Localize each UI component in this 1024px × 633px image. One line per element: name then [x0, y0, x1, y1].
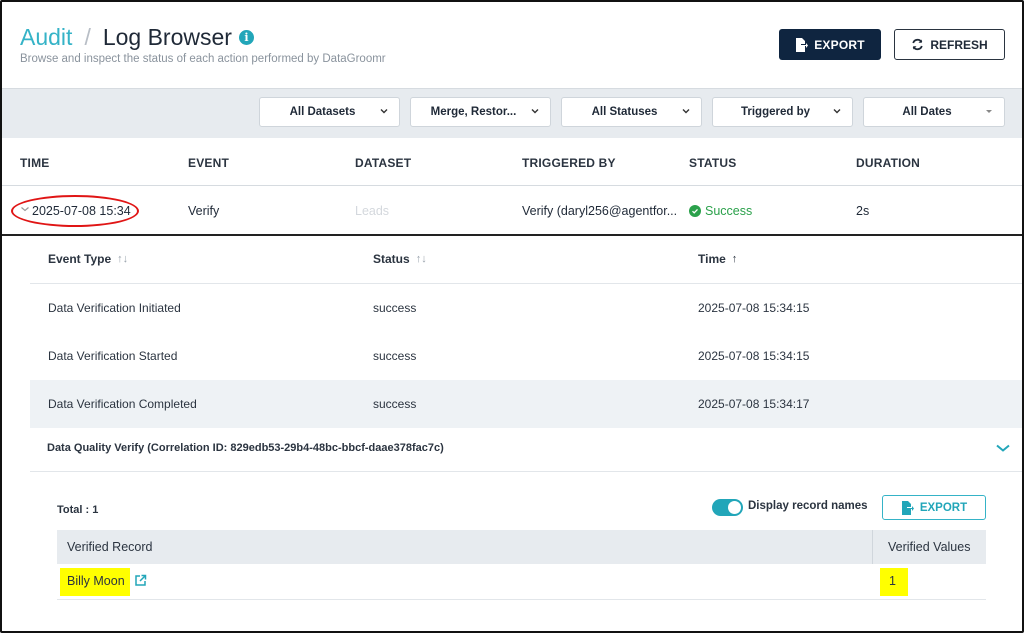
- column-event-type[interactable]: Event Type ↑↓: [48, 252, 128, 266]
- page-header: Audit / Log Browser i Browse and inspect…: [2, 2, 1022, 88]
- export-file-icon: [901, 500, 914, 515]
- statuses-filter-label: All Statuses: [591, 106, 658, 118]
- log-table-header: TIME EVENT DATASET TRIGGERED BY STATUS D…: [2, 138, 1022, 186]
- column-status-label: Status: [373, 252, 410, 266]
- column-status[interactable]: Status ↑↓: [373, 252, 427, 266]
- export-button-label: EXPORT: [814, 37, 865, 52]
- row-status: Success: [705, 204, 753, 218]
- sort-ascending-icon[interactable]: ↑: [732, 253, 738, 265]
- export-button[interactable]: EXPORT: [779, 29, 881, 60]
- status-cell: success: [373, 349, 417, 363]
- status-cell: success: [373, 397, 417, 411]
- event-type-cell: Data Verification Started: [48, 349, 178, 363]
- verified-values-cell: 1: [889, 574, 896, 588]
- column-dataset[interactable]: DATASET: [355, 156, 411, 170]
- time-cell: 2025-07-08 15:34:15: [698, 301, 810, 315]
- row-triggered-by: Verify (daryl256@agentfor...: [522, 204, 678, 218]
- sort-icon[interactable]: ↑↓: [416, 253, 427, 265]
- toggle-label: Display record names: [748, 500, 868, 512]
- column-verified-record: Verified Record: [67, 540, 153, 554]
- verified-records-table: Verified Record Verified Values Billy Mo…: [57, 530, 986, 600]
- column-time-label: Time: [698, 252, 726, 266]
- export-file-icon: [795, 37, 809, 52]
- column-time[interactable]: TIME: [20, 156, 49, 170]
- breadcrumb-separator: /: [84, 24, 91, 50]
- chevron-down-icon: [531, 109, 539, 114]
- page-title: Log Browser: [102, 24, 232, 50]
- event-type-cell: Data Verification Initiated: [48, 301, 181, 315]
- correlation-title: Data Quality Verify (Correlation ID: 829…: [47, 442, 444, 454]
- triggered-by-filter-label: Triggered by: [740, 106, 811, 118]
- column-event-type-label: Event Type: [48, 252, 112, 266]
- info-icon[interactable]: i: [238, 30, 254, 45]
- chevron-down-icon: [380, 109, 388, 114]
- time-cell: 2025-07-08 15:34:15: [698, 349, 810, 363]
- status-badge: Success: [689, 204, 752, 218]
- datasets-filter-label: All Datasets: [289, 106, 356, 118]
- filter-bar: All Datasets Merge, Restor... All Status…: [2, 88, 1022, 138]
- datasets-filter[interactable]: All Datasets: [259, 97, 400, 127]
- column-verified-values: Verified Values: [888, 540, 971, 554]
- row-event: Verify: [188, 204, 220, 218]
- app-window: Audit / Log Browser i Browse and inspect…: [0, 0, 1024, 633]
- toggle-knob: [728, 501, 741, 514]
- table-row: Data Verification Completed success 2025…: [30, 380, 1022, 428]
- time-cell: 2025-07-08 15:34:17: [698, 397, 810, 411]
- page-subtitle: Browse and inspect the status of each ac…: [20, 53, 386, 65]
- total-count: Total : 1: [57, 504, 99, 516]
- check-circle-icon: [689, 205, 701, 217]
- event-type-cell: Data Verification Completed: [48, 397, 197, 411]
- refresh-icon: [911, 38, 924, 51]
- row-time: 2025-07-08 15:34: [32, 204, 131, 218]
- details-table-header: Event Type ↑↓ Status ↑↓ Time ↑: [30, 238, 1022, 284]
- status-cell: success: [373, 301, 417, 315]
- column-triggered-by[interactable]: TRIGGERED BY: [522, 156, 616, 170]
- refresh-button-label: REFRESH: [930, 37, 988, 52]
- events-filter-label: Merge, Restor...: [430, 106, 517, 118]
- refresh-button[interactable]: REFRESH: [894, 29, 1005, 60]
- table-row[interactable]: 2025-07-08 15:34 Verify Leads Verify (da…: [2, 186, 1022, 236]
- breadcrumb: Audit / Log Browser i: [20, 24, 254, 51]
- export-records-label: EXPORT: [919, 501, 968, 514]
- column-event[interactable]: EVENT: [188, 156, 229, 170]
- verified-record-name[interactable]: Billy Moon: [67, 574, 125, 588]
- chevron-down-icon[interactable]: [20, 205, 30, 213]
- chevron-down-icon: [833, 109, 841, 114]
- dates-filter-label: All Dates: [902, 106, 952, 118]
- statuses-filter[interactable]: All Statuses: [561, 97, 702, 127]
- correlation-section-header[interactable]: Data Quality Verify (Correlation ID: 829…: [30, 426, 1022, 472]
- breadcrumb-audit[interactable]: Audit: [20, 24, 72, 51]
- caret-down-icon: [986, 110, 992, 113]
- table-row: Billy Moon 1: [57, 564, 986, 600]
- column-divider: [872, 530, 873, 564]
- column-duration[interactable]: DURATION: [856, 156, 920, 170]
- table-row: Data Verification Initiated success 2025…: [30, 284, 1022, 332]
- dates-filter[interactable]: All Dates: [863, 97, 1005, 127]
- export-records-button[interactable]: EXPORT: [882, 495, 986, 520]
- row-duration: 2s: [856, 204, 870, 218]
- row-details-panel: Event Type ↑↓ Status ↑↓ Time ↑ Data Veri…: [30, 238, 1022, 631]
- chevron-down-icon[interactable]: [994, 442, 1012, 454]
- verified-table-header: Verified Record Verified Values: [57, 530, 986, 564]
- external-link-icon[interactable]: [134, 574, 147, 587]
- column-time[interactable]: Time ↑: [698, 252, 737, 266]
- column-status[interactable]: STATUS: [689, 156, 736, 170]
- table-row: Data Verification Started success 2025-0…: [30, 332, 1022, 380]
- chevron-down-icon: [682, 109, 690, 114]
- events-filter[interactable]: Merge, Restor...: [410, 97, 551, 127]
- triggered-by-filter[interactable]: Triggered by: [712, 97, 853, 127]
- sort-icon[interactable]: ↑↓: [117, 253, 128, 265]
- display-record-names-toggle[interactable]: [712, 499, 743, 516]
- row-dataset: Leads: [355, 204, 390, 218]
